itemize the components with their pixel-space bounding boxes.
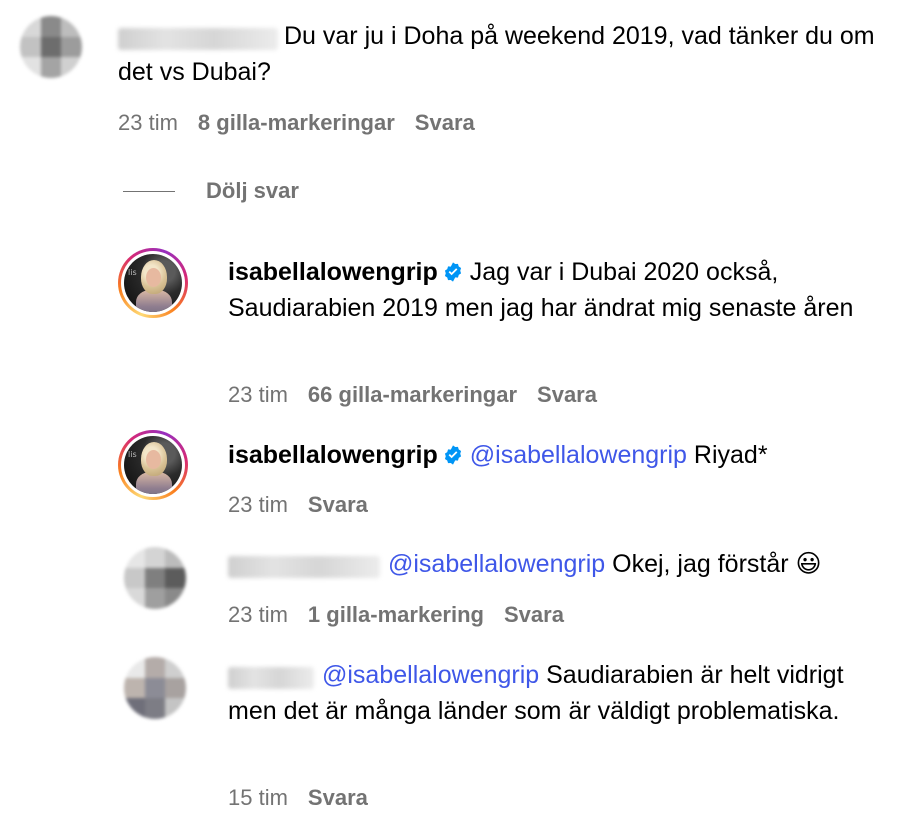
reply-button[interactable]: Svara [504,602,564,627]
comment-time: 23 tim [118,110,178,135]
reply-button[interactable]: Svara [308,785,368,810]
reply-content: @isabellalowengrip Saudiarabien är helt … [228,657,878,729]
reply-meta: 23 tim 66 gilla-markeringar Svara [228,382,597,408]
reply-text: Riyad* [693,441,768,469]
reply-meta: 23 tim Svara [228,492,368,518]
reply-time: 23 tim [228,382,288,407]
comment-text: Du var ju i Doha på weekend 2019, vad tä… [118,22,875,86]
reply-content: isabellalowengrip @isabellalowengrip Riya… [228,437,898,473]
likes-count[interactable]: 1 gilla-markering [308,602,484,627]
avatar-blurred[interactable] [20,16,82,78]
reply-content: isabellalowengrip Jag var i Dubai 2020 oc… [228,254,898,326]
reply-content: @isabellalowengrip Okej, jag förstår 😃 [388,546,908,582]
reply-button[interactable]: Svara [415,110,475,135]
username-blurred[interactable] [228,556,380,578]
smile-emoji-icon: 😃 [795,550,822,578]
reply-time: 23 tim [228,492,288,517]
reply-time: 15 tim [228,785,288,810]
username[interactable]: isabellalowengrip [228,441,438,469]
comment-meta: 23 tim 8 gilla-markeringar Svara [118,110,475,136]
reply-meta: 23 tim 1 gilla-markering Svara [228,602,564,628]
mention-link[interactable]: @isabellalowengrip [322,661,539,689]
likes-count[interactable]: 8 gilla-markeringar [198,110,395,135]
avatar-blurred[interactable] [124,547,186,609]
reply-text: Okej, jag förstår [612,550,789,578]
avatar-isabellalowengrip[interactable]: lis [118,248,188,318]
reply-button[interactable]: Svara [537,382,597,407]
mention-link[interactable]: @isabellalowengrip [470,441,687,469]
hide-replies-button[interactable]: Dölj svar [206,178,299,204]
replies-divider [123,191,175,192]
avatar-blurred[interactable] [124,657,186,719]
mention-link[interactable]: @isabellalowengrip [388,550,605,578]
verified-badge-icon [444,262,461,282]
avatar-isabellalowengrip[interactable]: lis [118,430,188,500]
verified-badge-icon [444,445,461,465]
reply-button[interactable]: Svara [308,492,368,517]
reply-time: 23 tim [228,602,288,627]
username[interactable]: isabellalowengrip [228,258,438,286]
reply-meta: 15 tim Svara [228,785,368,811]
likes-count[interactable]: 66 gilla-markeringar [308,382,517,407]
